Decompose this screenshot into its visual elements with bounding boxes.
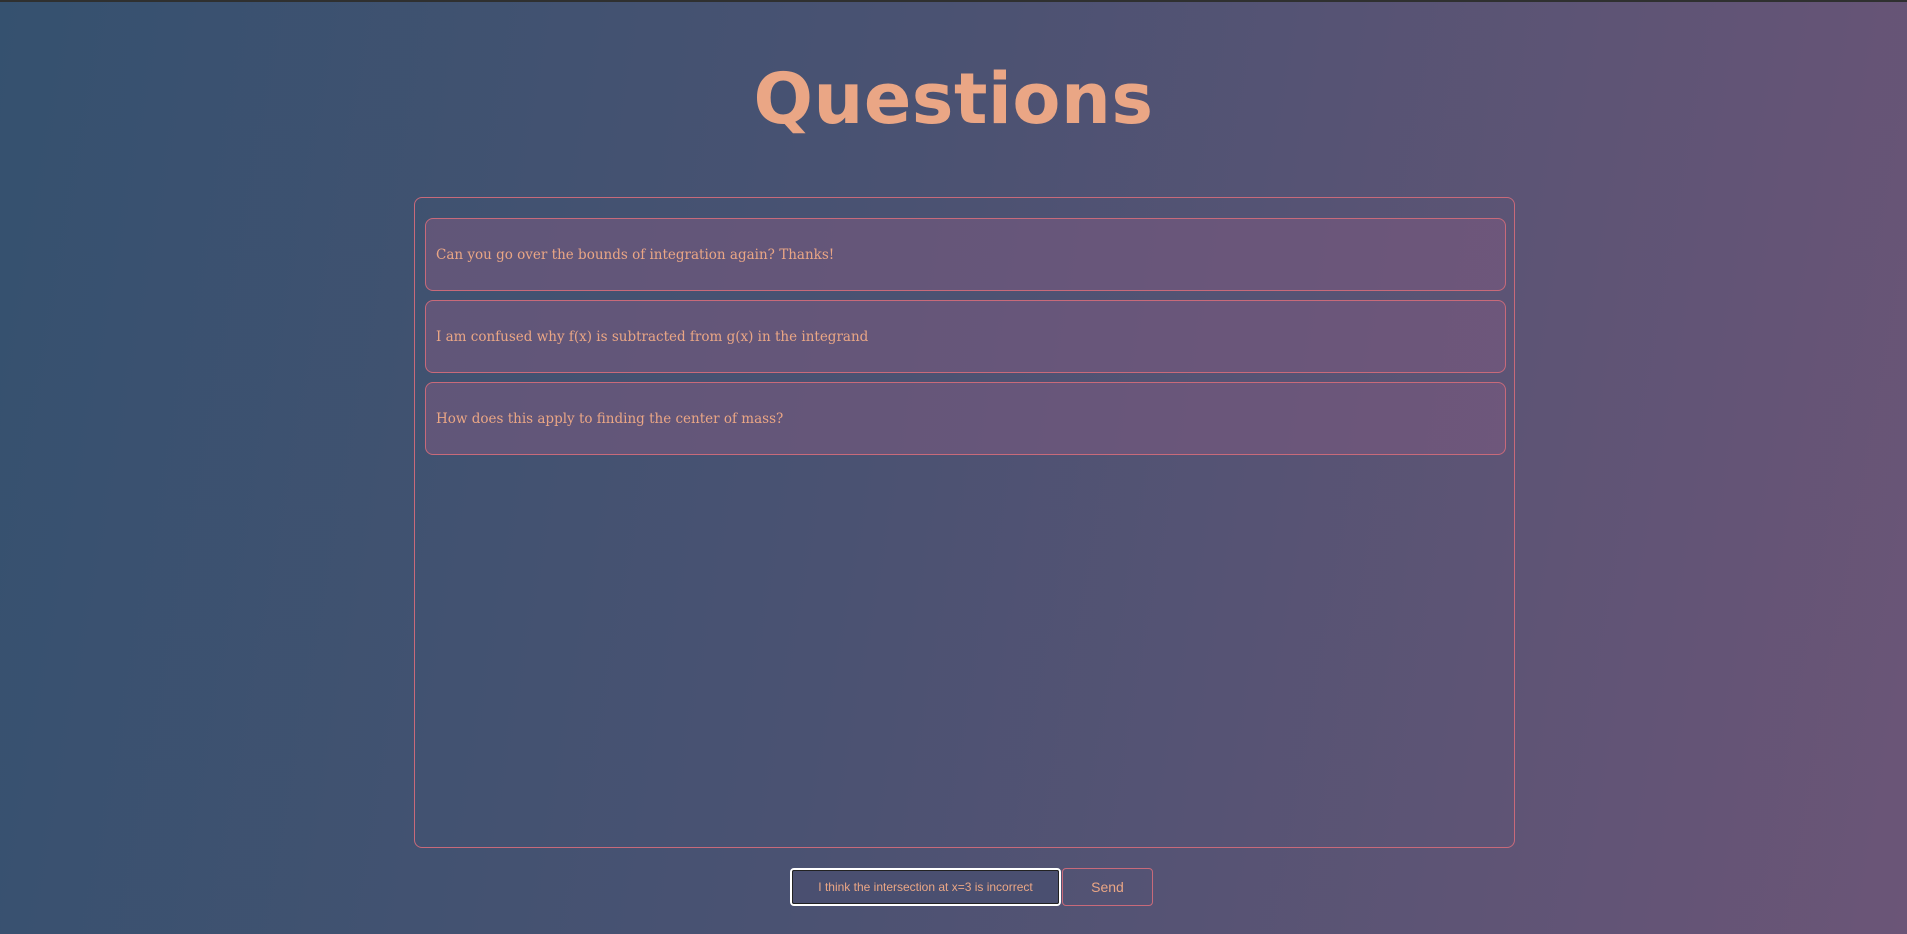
page-title: Questions (753, 58, 1154, 140)
send-button[interactable]: Send (1062, 868, 1153, 906)
questions-panel: Can you go over the bounds of integratio… (414, 197, 1515, 848)
question-composer: Send (790, 868, 1153, 906)
question-card: How does this apply to finding the cente… (425, 382, 1506, 455)
question-text: I am confused why f(x) is subtracted fro… (436, 328, 869, 345)
question-text: Can you go over the bounds of integratio… (436, 246, 835, 263)
question-card: Can you go over the bounds of integratio… (425, 218, 1506, 291)
question-text: How does this apply to finding the cente… (436, 410, 784, 427)
question-input[interactable] (790, 868, 1061, 906)
question-card: I am confused why f(x) is subtracted fro… (425, 300, 1506, 373)
